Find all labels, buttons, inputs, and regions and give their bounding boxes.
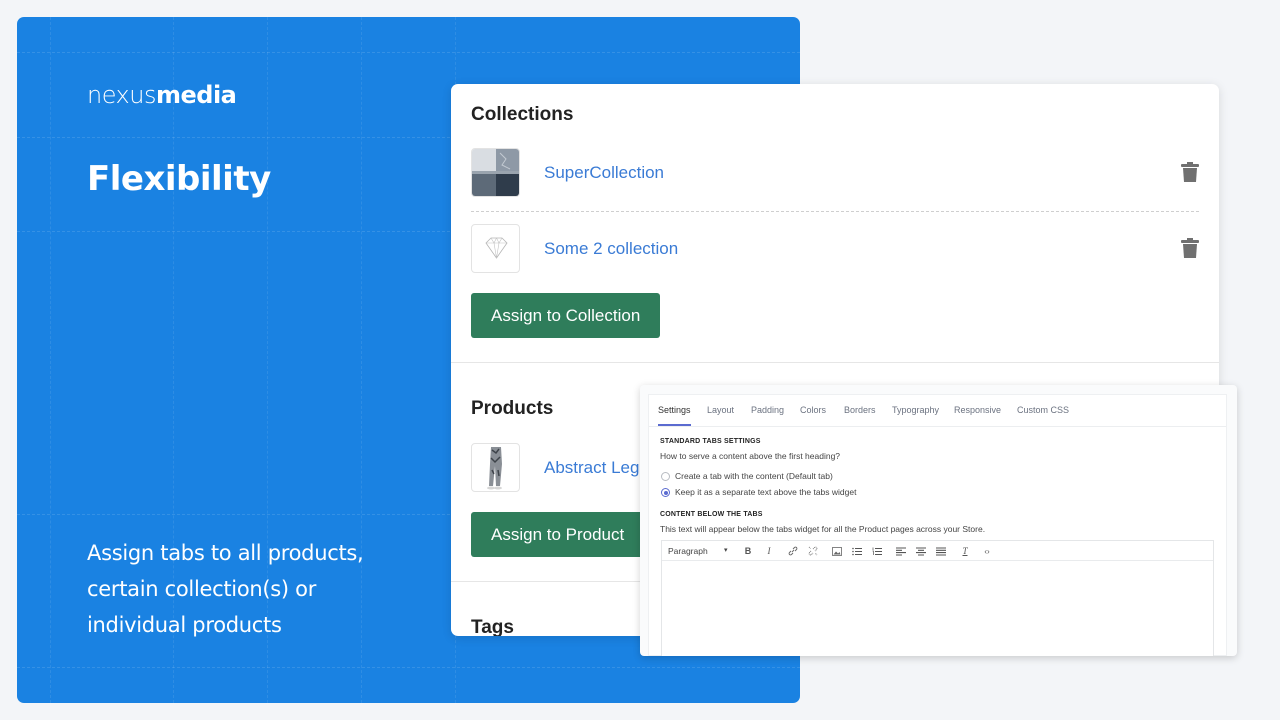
align-left-icon[interactable] — [894, 544, 908, 558]
trash-icon[interactable] — [1181, 162, 1199, 183]
settings-content: Settings Layout Padding Colors Borders T… — [648, 394, 1227, 656]
tab-borders[interactable]: Borders — [844, 405, 876, 415]
italic-icon[interactable]: I — [762, 544, 776, 558]
tab-custom-css[interactable]: Custom CSS — [1017, 405, 1069, 415]
promo-title: Flexibility — [87, 159, 271, 199]
seascape-thumbnail — [471, 148, 520, 197]
standard-tabs-heading: STANDARD TABS SETTINGS — [660, 438, 761, 445]
collection-row: Some 2 collection — [471, 224, 1199, 276]
grid-line — [50, 17, 51, 703]
collections-section: Collections SuperCollection Some 2 colle… — [451, 84, 1219, 362]
editor-content-area[interactable] — [662, 561, 1213, 656]
assign-to-collection-button[interactable]: Assign to Collection — [471, 293, 661, 338]
assign-to-product-button[interactable]: Assign to Product — [471, 512, 645, 557]
collection-row: SuperCollection — [471, 148, 1199, 200]
row-divider — [471, 211, 1199, 212]
settings-tabs: Settings Layout Padding Colors Borders T… — [649, 395, 1226, 427]
content-below-description: This text will appear below the tabs wid… — [660, 524, 986, 534]
tab-layout[interactable]: Layout — [707, 405, 734, 415]
logo-light-text: nexus — [87, 81, 156, 109]
unlink-icon[interactable] — [806, 544, 820, 558]
collection-link[interactable]: Some 2 collection — [544, 239, 678, 259]
diamond-thumbnail — [471, 224, 520, 273]
tabs-settings-panel: Settings Layout Padding Colors Borders T… — [640, 385, 1237, 656]
standard-tabs-question: How to serve a content above the first h… — [660, 451, 841, 461]
grid-line — [17, 52, 800, 53]
trash-icon[interactable] — [1181, 238, 1199, 259]
promo-description: Assign tabs to all products, certain col… — [87, 541, 364, 637]
radio-label: Keep it as a separate text above the tab… — [675, 487, 857, 497]
section-title-collections: Collections — [471, 104, 574, 125]
section-title-tags: Tags — [471, 617, 514, 636]
bullet-list-icon[interactable] — [850, 544, 864, 558]
link-icon[interactable] — [786, 544, 800, 558]
radio-label: Create a tab with the content (Default t… — [675, 471, 833, 481]
align-justify-icon[interactable] — [934, 544, 948, 558]
source-code-icon[interactable]: ‹› — [980, 544, 994, 558]
numbered-list-icon[interactable] — [870, 544, 884, 558]
editor-toolbar: Paragraph ▾ B I T ‹› — [662, 541, 1213, 561]
tab-padding[interactable]: Padding — [751, 405, 784, 415]
tab-colors[interactable]: Colors — [800, 405, 826, 415]
tab-responsive[interactable]: Responsive — [954, 405, 1001, 415]
align-center-icon[interactable] — [914, 544, 928, 558]
logo-bold-text: media — [155, 81, 237, 109]
bold-icon[interactable]: B — [741, 544, 755, 558]
content-below-heading: CONTENT BELOW THE TABS — [660, 511, 763, 518]
section-title-products: Products — [471, 398, 554, 419]
caret-down-icon[interactable]: ▾ — [724, 546, 728, 554]
grid-line — [17, 667, 800, 668]
rich-text-editor: Paragraph ▾ B I T ‹› — [661, 540, 1214, 656]
radio-button[interactable] — [661, 472, 670, 481]
format-select[interactable]: Paragraph — [668, 546, 708, 556]
tab-typography[interactable]: Typography — [892, 405, 939, 415]
tab-settings[interactable]: Settings — [658, 405, 691, 426]
clear-format-icon[interactable]: T — [958, 544, 972, 558]
leggings-thumbnail — [471, 443, 520, 492]
collection-link[interactable]: SuperCollection — [544, 163, 664, 183]
radio-button[interactable] — [661, 488, 670, 497]
brand-logo: nexusmedia — [87, 81, 237, 109]
image-icon[interactable] — [830, 544, 844, 558]
